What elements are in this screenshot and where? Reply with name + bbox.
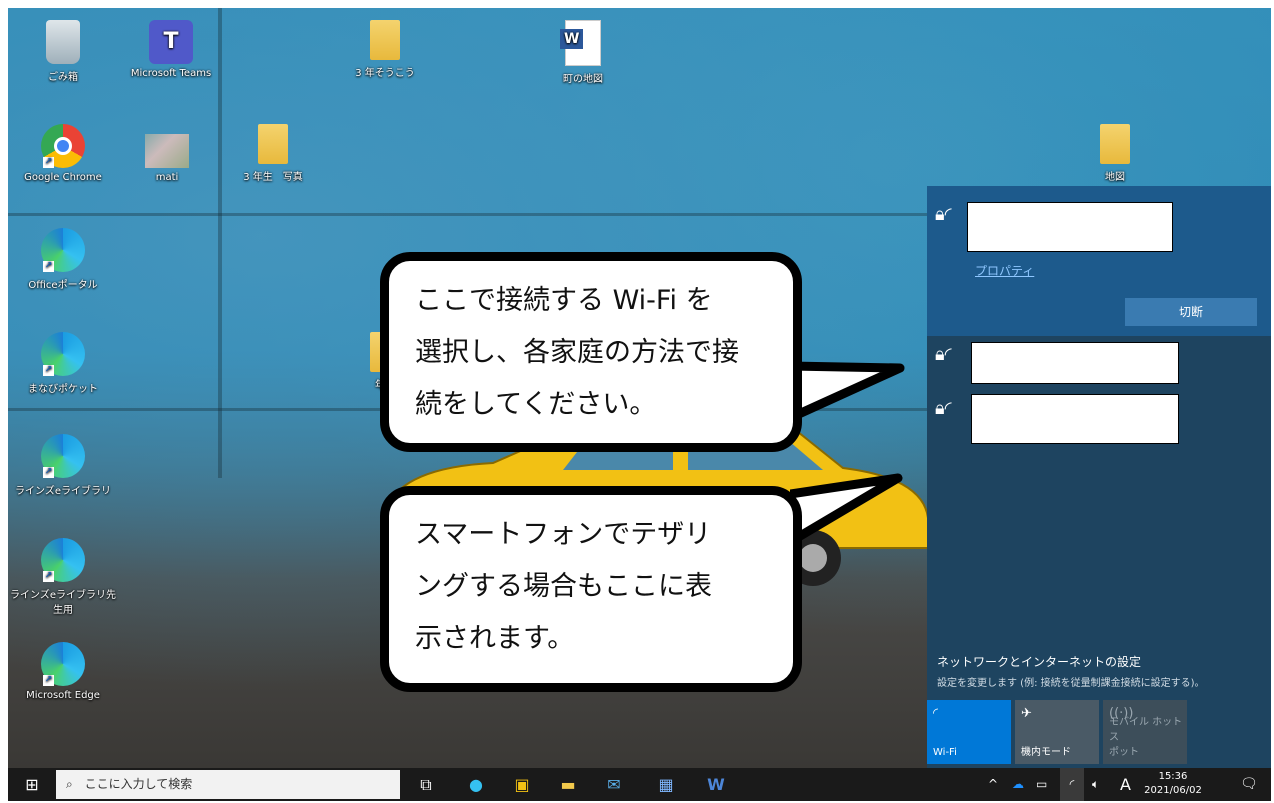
taskbar-edge[interactable]: ●: [458, 768, 494, 801]
folder-icon: [1100, 124, 1130, 164]
chrome-icon: ↗: [41, 124, 85, 168]
clock-time: 15:36: [1158, 771, 1188, 782]
folder-icon: [370, 20, 400, 60]
secured-wifi-icon: 🔒︎◜: [935, 398, 952, 419]
taskbar-mail[interactable]: ✉: [596, 768, 632, 801]
teams-icon: T: [149, 20, 193, 64]
photo-icon: [145, 134, 189, 168]
edge-icon: ↗: [41, 228, 85, 272]
callout-top-text: ここで接続する Wi-Fi を 選択し、各家庭の方法で接 続をしてください。: [415, 285, 739, 420]
callout-top-tail: [790, 361, 905, 423]
network-tray-button[interactable]: ◜: [1060, 768, 1084, 801]
app-icon: ▦: [658, 775, 674, 794]
taskbar-store[interactable]: ▣: [504, 768, 540, 801]
wifi-icon: ◜: [933, 706, 939, 721]
ime-indicator[interactable]: A: [1120, 768, 1131, 801]
network-item[interactable]: 🔒︎◜: [927, 338, 1271, 388]
notification-icon: 🗨︎: [1240, 776, 1258, 792]
network-name-redacted: [971, 394, 1179, 444]
desktop-icon-town-map[interactable]: W 町の地図: [528, 20, 638, 85]
taskbar-app[interactable]: ▦: [648, 768, 684, 801]
task-view-icon: ⧉: [420, 775, 432, 794]
notification-center-button[interactable]: 🗨︎: [1240, 768, 1258, 801]
edge-icon: ↗: [41, 538, 85, 582]
network-name-redacted: [971, 342, 1179, 384]
network-item[interactable]: 🔒︎◜: [927, 392, 1271, 446]
volume-icon[interactable]: 🔈︎: [1092, 768, 1099, 801]
start-button[interactable]: ⊞: [14, 768, 50, 801]
onedrive-icon[interactable]: ☁: [1012, 768, 1024, 801]
clock[interactable]: 15:36 2021/06/02: [1138, 768, 1208, 803]
quick-action-mobile-hotspot: ((·)) モバイル ホットス ポット: [1103, 700, 1187, 764]
taskbar-search-box[interactable]: ⌕ ここに入力して検索: [56, 770, 400, 799]
desktop-icon-recycle-bin[interactable]: ごみ箱: [8, 20, 118, 83]
properties-link[interactable]: プロパティ: [975, 262, 1034, 279]
network-name-redacted: [967, 202, 1173, 252]
secured-wifi-icon: 🔒︎◜: [935, 204, 952, 225]
taskbar-word[interactable]: W: [698, 768, 734, 801]
desktop-icon-teams[interactable]: T Microsoft Teams: [116, 20, 226, 79]
desktop-icon-folder-photos[interactable]: 3 年生 写真: [218, 124, 328, 183]
desktop-icon-office-portal[interactable]: ↗ Officeポータル: [8, 228, 118, 291]
battery-icon[interactable]: ▭: [1036, 768, 1047, 801]
secured-wifi-icon: 🔒︎◜: [935, 344, 952, 365]
word-document-icon: W: [560, 20, 601, 66]
desktop-icon-edge[interactable]: ↗ Microsoft Edge: [8, 642, 118, 701]
search-icon: ⌕: [66, 777, 73, 791]
desktop-icon-manabi-pocket[interactable]: ↗ まなびポケット: [8, 332, 118, 395]
word-icon: W: [707, 775, 725, 794]
folder-icon: ▬: [560, 775, 576, 794]
taskbar: ⊞ ⌕ ここに入力して検索 ⧉ ● ▣ ▬ ✉ ▦ W ^ ☁ ▭ ◜ 🔈︎ A…: [8, 768, 1271, 801]
edge-icon: ↗: [41, 434, 85, 478]
desktop-icon-chrome[interactable]: ↗ Google Chrome: [8, 124, 118, 183]
callout-bottom: スマートフォンでテザリ ングする場合もここに表 示されます。: [380, 486, 802, 692]
desktop-icon-folder-map[interactable]: 地図: [1060, 124, 1170, 183]
quick-action-wifi[interactable]: ◜ Wi-Fi: [927, 700, 1011, 764]
desktop-icon-folder-sokou[interactable]: 3 年そうこう: [330, 20, 440, 79]
search-placeholder: ここに入力して検索: [84, 777, 193, 791]
windows-logo-icon: ⊞: [25, 775, 39, 794]
disconnect-button[interactable]: 切断: [1125, 298, 1257, 326]
network-settings-link[interactable]: ネットワークとインターネットの設定: [937, 653, 1141, 670]
airplane-icon: ✈: [1021, 706, 1032, 721]
store-icon: ▣: [514, 775, 530, 794]
show-hidden-icons-button[interactable]: ^: [988, 768, 998, 801]
desktop-icon-lines-elibrary[interactable]: ↗ ラインズeライブラリ: [8, 434, 118, 497]
callout-bottom-text: スマートフォンでテザリ ングする場合もここに表 示されます。: [415, 519, 712, 654]
taskbar-file-explorer[interactable]: ▬: [550, 768, 586, 801]
mail-icon: ✉: [607, 775, 621, 794]
clock-date: 2021/06/02: [1144, 785, 1202, 796]
task-view-button[interactable]: ⧉: [408, 768, 444, 801]
edge-icon: ↗: [41, 642, 85, 686]
network-settings-description: 設定を変更します (例: 接続を従量制課金接続に設定する)。: [937, 678, 1205, 689]
wifi-icon: ◜: [1069, 777, 1075, 791]
edge-icon: ↗: [41, 332, 85, 376]
quick-action-airplane-mode[interactable]: ✈ 機内モード: [1015, 700, 1099, 764]
folder-icon: [258, 124, 288, 164]
wifi-flyout: 🔒︎◜ プロパティ 切断 🔒︎◜ 🔒︎◜ ネットワークとインターネットの設定 設…: [927, 186, 1271, 768]
callout-top: ここで接続する Wi-Fi を 選択し、各家庭の方法で接 続をしてください。: [380, 252, 802, 452]
edge-icon: ●: [469, 775, 483, 794]
desktop-icon-lines-elibrary-teacher[interactable]: ↗ ラインズeライブラリ先生用: [8, 538, 118, 616]
desktop-icon-mati[interactable]: mati: [112, 124, 222, 183]
callout-bottom-tail: [790, 473, 903, 547]
network-item-connected[interactable]: 🔒︎◜ プロパティ 切断: [927, 186, 1271, 336]
recycle-bin-icon: [46, 20, 80, 64]
